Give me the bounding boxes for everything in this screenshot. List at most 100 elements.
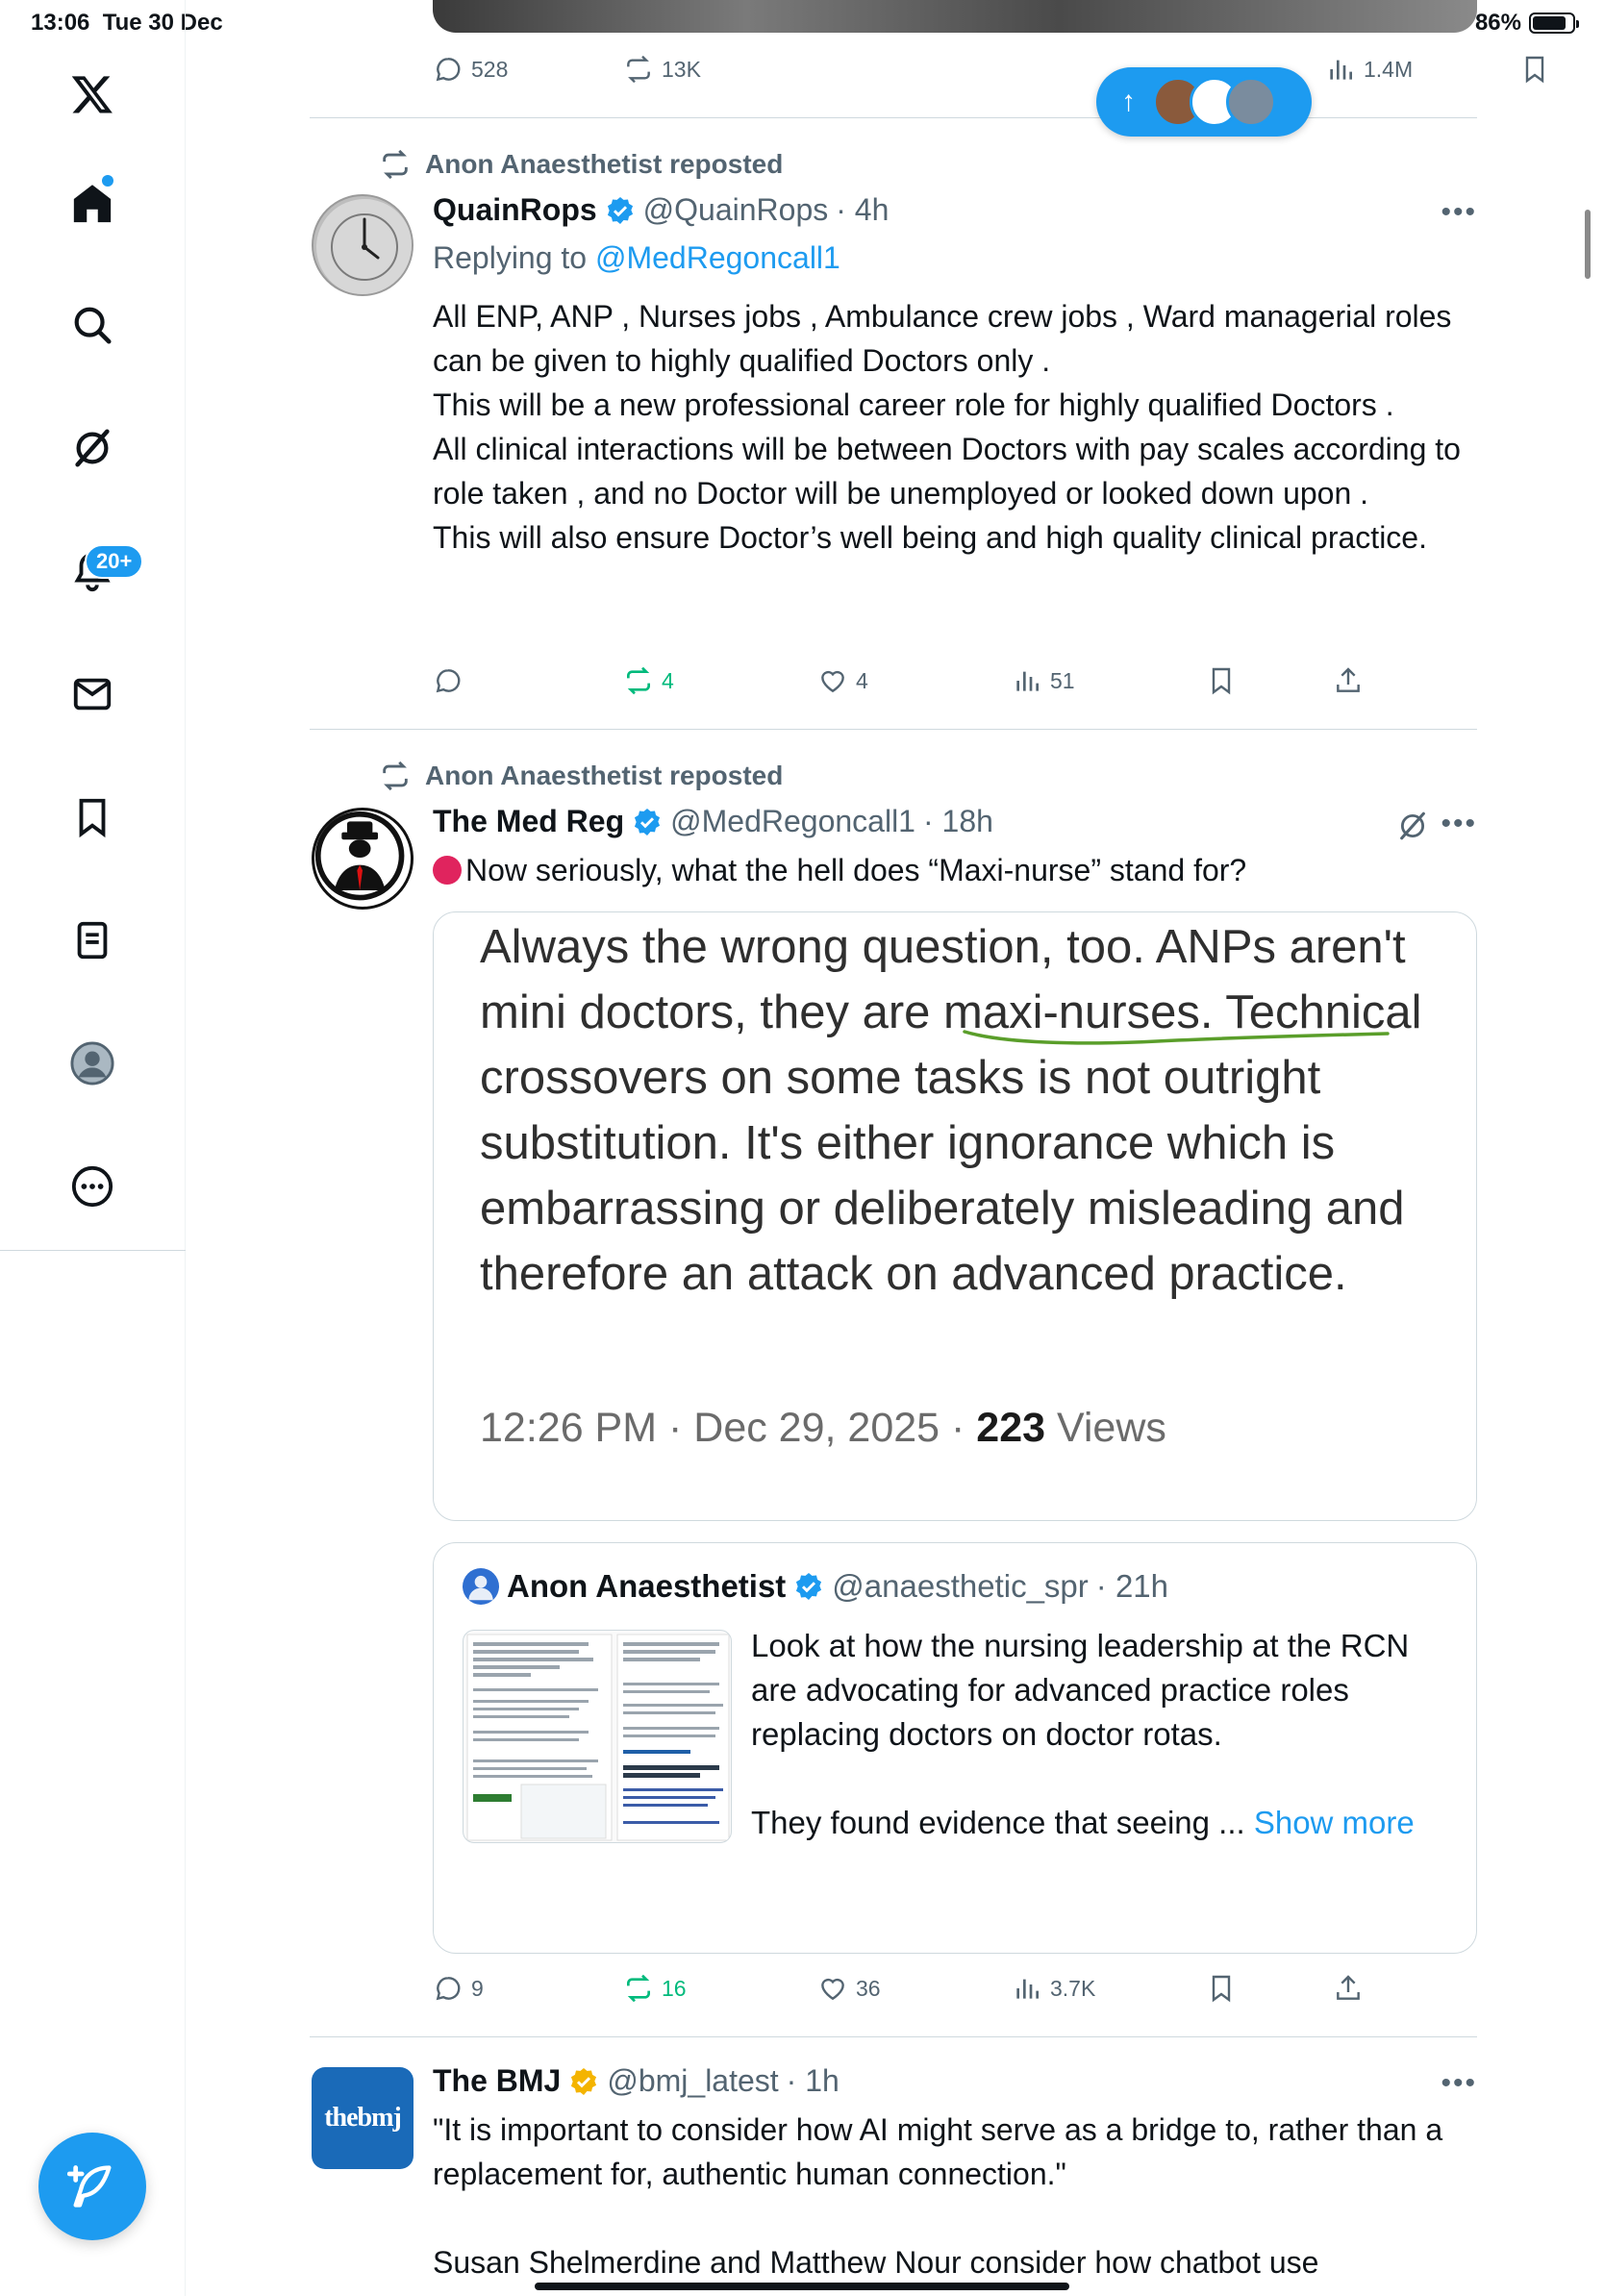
post-text: Now seriously, what the hell does “Maxi-… [465,853,1247,887]
views-button[interactable]: 51 [1012,665,1075,696]
repost-button[interactable]: 16 [623,1973,687,2004]
home-unread-dot [102,175,113,187]
author-name[interactable]: The BMJ [433,2063,561,2099]
reply-icon [436,58,461,82]
new-posts-pill[interactable]: ↑ [1096,67,1312,137]
repost-attribution-text: Anon Anaesthetist reposted [425,149,784,179]
avatar [1226,77,1276,127]
avatar[interactable] [312,808,414,910]
repost-icon [627,1974,650,2003]
quoted-author-handle: @anaesthetic_spr [832,1568,1089,1604]
post-image-card[interactable]: Always the wrong question, too. ANPs are… [433,911,1477,1521]
more-icon[interactable] [63,1158,121,1215]
reply-icon [436,669,461,693]
reply-count: 9 [471,1975,484,2001]
show-more-link[interactable]: Show more [1254,1805,1415,1840]
repost-icon [383,761,408,791]
grok-icon[interactable] [1396,810,1429,842]
quoted-post-text: Look at how the nursing leadership at th… [751,1624,1443,1845]
repost-button[interactable]: 13K [623,54,701,85]
battery-percent: 86% [1474,10,1521,36]
reply-button[interactable]: 528 [433,54,508,85]
like-count: 36 [856,1975,881,2001]
avatar[interactable] [312,194,414,296]
scroll-indicator[interactable] [1585,210,1591,279]
avatar[interactable] [463,1568,499,1605]
up-arrow-icon: ↑ [1121,86,1136,117]
repost-attribution: Anon Anaesthetist reposted [379,760,783,792]
post-time[interactable]: · 1h [787,2063,840,2099]
share-button[interactable] [1333,1973,1364,2004]
views-count: 1.4M [1364,56,1414,82]
heart-icon [821,1978,844,2001]
replying-to: Replying to @MedRegoncall1 [433,240,840,276]
nav-divider [0,1250,186,1251]
top-post-image-edge [433,0,1477,33]
author-handle[interactable]: @bmj_latest [607,2063,778,2099]
grok-icon[interactable] [63,419,121,477]
avatar[interactable]: thebmj [312,2067,414,2169]
post-time[interactable]: · 4h [836,192,889,228]
bookmark-icon [1212,1975,1231,2003]
bookmark-button[interactable] [1206,665,1237,696]
views-icon [1016,671,1039,691]
views-button[interactable]: 1.4M [1325,54,1413,85]
home-indicator[interactable] [535,2283,1069,2290]
author-name[interactable]: The Med Reg [433,804,624,839]
messages-icon[interactable] [63,665,121,723]
bookmark-button[interactable] [1519,54,1550,85]
heart-icon [821,670,844,693]
author-name[interactable]: QuainRops [433,192,597,228]
clock-avatar-graphic [316,199,412,294]
reply-count: 528 [471,56,509,82]
search-icon[interactable] [63,296,121,354]
views-button[interactable]: 3.7K [1012,1973,1095,2004]
post-text-row: Now seriously, what the hell does “Maxi-… [433,848,1471,892]
share-icon [1337,667,1360,692]
compose-button[interactable] [38,2133,146,2240]
views-icon [1330,60,1352,80]
like-button[interactable]: 36 [817,1973,881,2004]
post-more-icon[interactable]: ••• [1441,196,1477,229]
bookmarks-icon[interactable] [63,788,121,846]
post-more-icon[interactable]: ••• [1441,2067,1477,2100]
reply-button[interactable] [433,665,464,696]
share-icon [1337,1975,1360,2000]
bookmark-icon [1212,667,1231,695]
quoted-author-name: Anon Anaesthetist [507,1568,787,1604]
quoted-post-time: · 21h [1095,1568,1168,1604]
quoted-post-thumbnail[interactable] [463,1630,732,1843]
replying-to-link[interactable]: @MedRegoncall1 [595,240,840,275]
x-logo-icon[interactable] [63,65,121,123]
author-handle[interactable]: @MedRegoncall1 [670,804,915,839]
screenshot-collage-graphic [466,1634,730,1841]
post-header: The Med Reg @MedRegoncall1 · 18h [433,804,993,839]
repost-count: 4 [662,667,674,693]
green-underline-annotation [963,1030,1390,1045]
like-button[interactable]: 4 [817,665,868,696]
repost-button[interactable]: 4 [623,665,674,696]
compose-feather-icon [67,2165,112,2208]
quoted-post[interactable]: Anon Anaesthetist @anaesthetic_spr · 21h [433,1542,1477,1954]
repost-icon [627,666,650,695]
notifications-badge: 20+ [85,544,144,579]
post-time[interactable]: · 18h [923,804,993,839]
verified-badge-icon [607,196,633,224]
bmj-logo-text: thebmj [324,2103,402,2133]
repost-icon [627,55,650,84]
left-nav: 20+ [0,0,186,2296]
image-quote-meta: 12:26 PM · Dec 29, 2025 · 223 Views [480,1405,1166,1452]
red-circle-icon [433,856,462,885]
author-handle[interactable]: @QuainRops [643,192,829,228]
repost-attribution: Anon Anaesthetist reposted [379,148,783,181]
lists-icon[interactable] [63,911,121,969]
image-meta-date: 12:26 PM · Dec 29, 2025 · [480,1405,977,1451]
post-more-icon[interactable]: ••• [1441,808,1477,840]
repost-attribution-text: Anon Anaesthetist reposted [425,761,784,790]
bookmark-button[interactable] [1206,1973,1237,2004]
verified-badge-icon [796,1573,822,1600]
views-count: 3.7K [1050,1975,1096,2001]
reply-button[interactable]: 9 [433,1973,484,2004]
profile-icon[interactable] [63,1035,121,1092]
share-button[interactable] [1333,665,1364,696]
